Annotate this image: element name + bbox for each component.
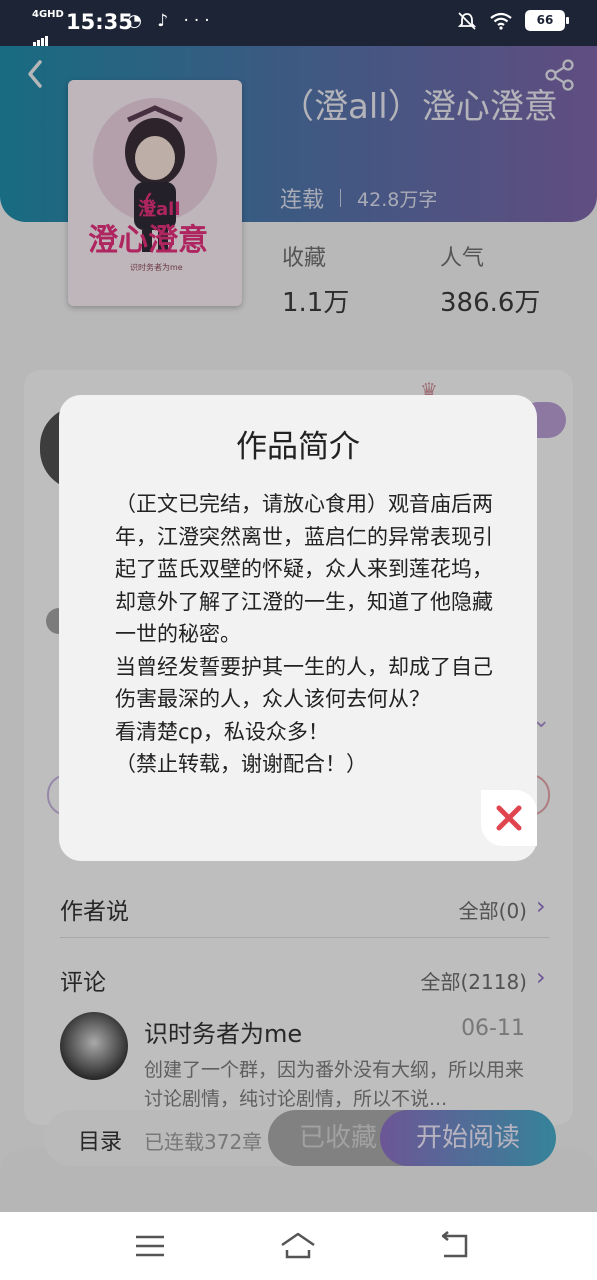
mute-icon [457,11,477,30]
synopsis-text: （正文已完结，请放心食用）观音庙后两年，江澄突然离世，蓝启仁的异常表现引起了蓝氏… [115,492,493,776]
menu-icon[interactable] [132,1230,168,1262]
signal-icon [33,22,49,46]
battery-indicator: 66 [525,10,569,31]
network-type: 4GHD [32,9,64,20]
clock: 15:35 [66,10,133,34]
home-icon[interactable] [280,1230,316,1262]
close-button[interactable] [481,790,537,846]
status-bar: 4GHD 15:35 ◔ ♪ ··· 66 [0,0,597,46]
navigation-bar [0,1212,597,1280]
wifi-icon [490,12,512,30]
notification-icons: ◔ ♪ ··· [127,11,215,31]
back-icon[interactable] [436,1230,472,1262]
dialog-title: 作品简介 [236,429,360,465]
close-icon[interactable] [481,790,537,846]
